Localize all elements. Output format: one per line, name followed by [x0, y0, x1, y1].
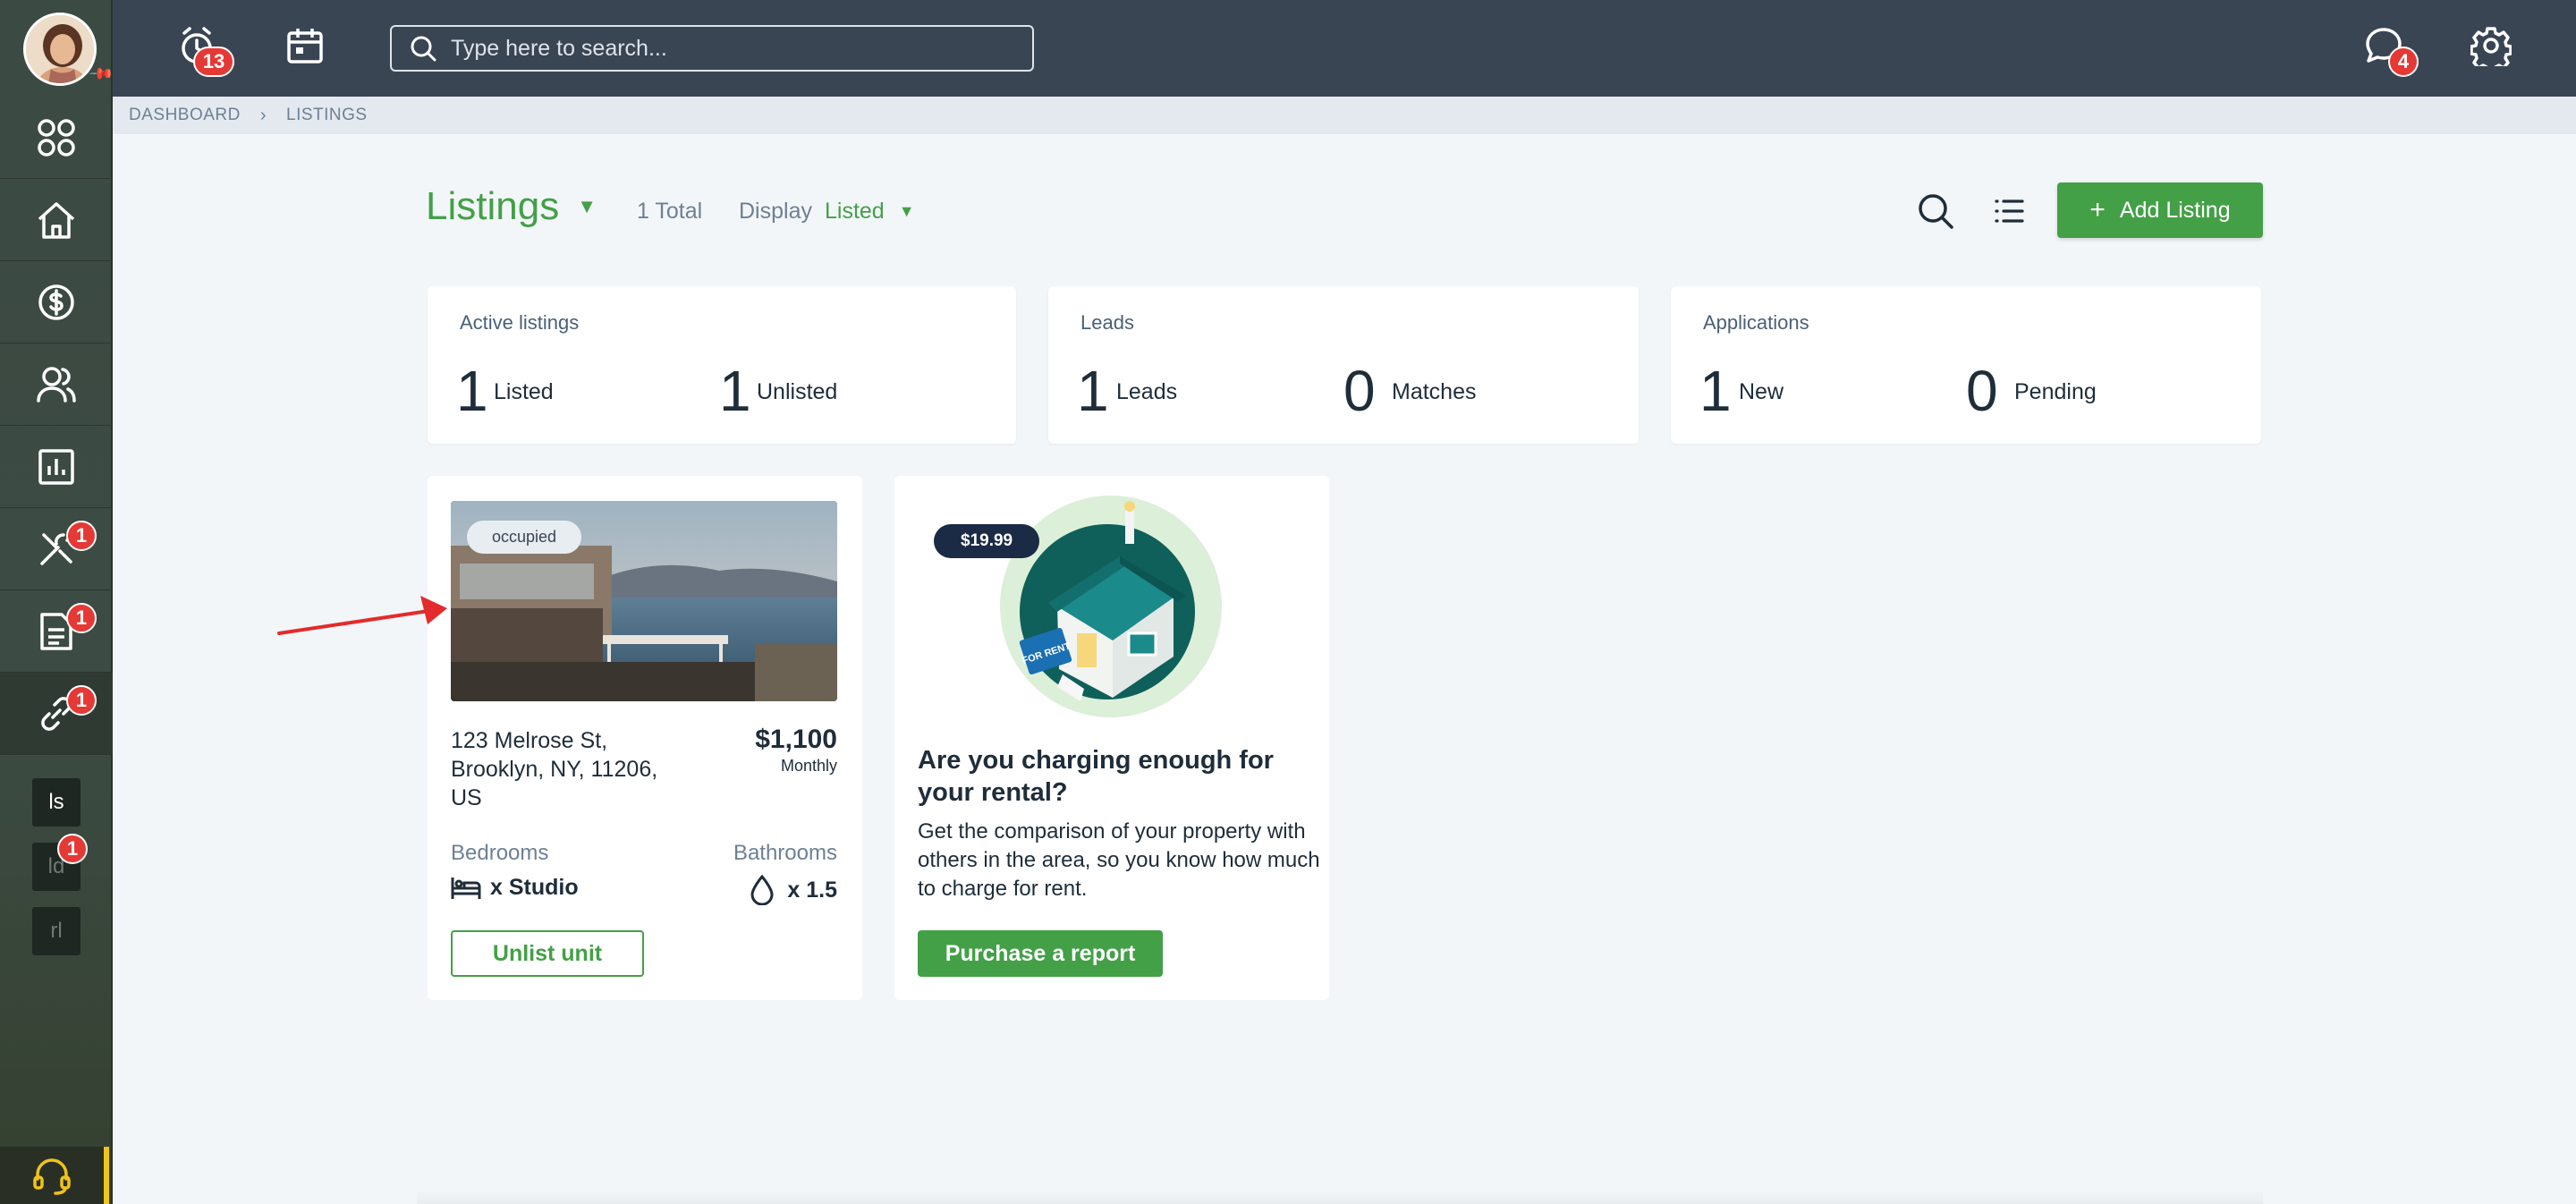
apps-grid-icon [38, 118, 75, 157]
listing-price-period: Monthly [780, 757, 837, 775]
breadcrumb-dashboard[interactable]: DASHBOARD [129, 106, 241, 125]
bar-chart-icon [38, 448, 74, 485]
dollar-circle-icon [38, 284, 74, 320]
chat-icon[interactable]: 4 [2361, 23, 2419, 77]
nav-maintenance[interactable]: 1 [0, 508, 113, 590]
alarm-clock-icon[interactable]: 13 [175, 23, 234, 77]
stat-value-label: Leads [1116, 379, 1178, 404]
annotation-arrow [277, 596, 447, 635]
list-view-icon[interactable] [1989, 193, 2029, 229]
bathrooms-value: x 1.5 [750, 875, 837, 905]
purchase-report-button[interactable]: Purchase a report [918, 930, 1163, 977]
stat-value: 1 [456, 359, 488, 423]
add-listing-label: Add Listing [2119, 197, 2231, 223]
caret-down-icon: ▼ [898, 202, 915, 220]
stat-value: 1 [719, 359, 751, 423]
search-icon [411, 36, 436, 62]
user-avatar[interactable] [23, 13, 97, 86]
nav-payments[interactable] [0, 261, 113, 343]
stat-value: 1 [1077, 359, 1109, 423]
bedrooms-value: x Studio [451, 875, 579, 901]
stat-value: 1 [1699, 359, 1732, 423]
documents-badge: 1 [66, 603, 97, 633]
nav-dashboard[interactable] [0, 97, 113, 179]
subnav-ld[interactable]: ld 1 [32, 834, 88, 891]
chevron-right-icon: › [259, 105, 267, 125]
display-filter[interactable]: Display Listed ▼ [739, 199, 915, 225]
bedrooms-label: Bedrooms [451, 841, 549, 865]
stat-card-leads: Leads 1 Leads 0 Matches [1048, 286, 1639, 444]
listing-price: $1,100 [755, 725, 837, 754]
stat-value: 0 [1966, 359, 1998, 423]
plus-icon: + [2089, 195, 2106, 225]
users-icon [37, 366, 76, 403]
bathrooms-value-text: x 1.5 [787, 877, 837, 903]
search-box[interactable] [390, 25, 1034, 72]
links-badge: 1 [66, 685, 97, 716]
stat-card-label: Leads [1080, 311, 1134, 334]
search-input[interactable] [451, 35, 987, 62]
rent-report-card: FOR RENT $19.99 Are you charging enough … [894, 476, 1329, 1000]
nav-reports[interactable] [0, 426, 113, 508]
water-drop-icon [750, 875, 774, 905]
support-button[interactable] [0, 1147, 109, 1204]
calendar-icon[interactable] [283, 23, 327, 68]
listings-total: 1 Total [637, 199, 703, 224]
stat-card-label: Active listings [460, 311, 580, 334]
unlist-unit-button[interactable]: Unlist unit [451, 930, 644, 977]
bed-icon [451, 877, 481, 899]
sidebar: 📌 1 1 1 ls ld 1 rl [0, 0, 115, 1204]
stat-value-label: New [1739, 379, 1784, 404]
page-title: Listings [426, 184, 560, 228]
subnav-ld-badge: 1 [57, 834, 88, 864]
nav-properties[interactable] [0, 179, 113, 261]
stat-value-label: Unlisted [757, 379, 838, 404]
display-value: Listed [824, 199, 885, 224]
stat-card-label: Applications [1703, 311, 1809, 334]
report-description: Get the comparison of your property with… [918, 819, 1320, 901]
settings-gear-icon[interactable] [2469, 23, 2513, 68]
search-icon[interactable] [1916, 191, 1955, 231]
subnav-ls[interactable]: ls [32, 778, 80, 827]
subnav-rl[interactable]: rl [32, 907, 80, 955]
content-footer-shadow [417, 1190, 2263, 1204]
stat-card-applications: Applications 1 New 0 Pending [1671, 286, 2261, 444]
stat-card-active-listings: Active listings 1 Listed 1 Unlisted [428, 286, 1016, 444]
nav-documents[interactable]: 1 [0, 590, 113, 673]
stat-value-label: Pending [2014, 379, 2097, 404]
bathrooms-label: Bathrooms [733, 841, 837, 865]
stat-value-label: Listed [494, 379, 554, 404]
home-icon [38, 201, 75, 239]
messages-count-badge: 4 [2388, 47, 2419, 77]
report-price-badge: $19.99 [934, 524, 1040, 558]
listings-title-dropdown[interactable]: Listings ▼ [426, 184, 597, 229]
caret-down-icon: ▼ [577, 195, 597, 217]
maintenance-badge: 1 [66, 521, 97, 551]
stat-value: 0 [1343, 359, 1376, 423]
headset-icon [33, 1158, 71, 1195]
listing-card[interactable]: occupied 123 Melrose St, Brooklyn, NY, 1… [428, 476, 862, 1000]
listing-address: 123 Melrose St, Brooklyn, NY, 11206, US [451, 728, 658, 810]
bedrooms-value-text: x Studio [490, 875, 579, 900]
listing-photo[interactable]: occupied [451, 501, 837, 701]
stat-value-label: Matches [1392, 379, 1477, 404]
report-title: Are you charging enough for your rental? [918, 746, 1274, 807]
add-listing-button[interactable]: + Add Listing [2057, 182, 2263, 238]
breadcrumb: DASHBOARD › LISTINGS [113, 97, 2576, 134]
nav-people[interactable] [0, 343, 113, 426]
top-bar: 13 4 [0, 0, 2576, 97]
nav-links[interactable]: 1 [0, 673, 113, 755]
alarm-count-badge: 13 [193, 47, 234, 77]
occupied-status-tag: occupied [467, 521, 582, 554]
display-label: Display [739, 199, 812, 224]
breadcrumb-listings: LISTINGS [286, 106, 368, 124]
